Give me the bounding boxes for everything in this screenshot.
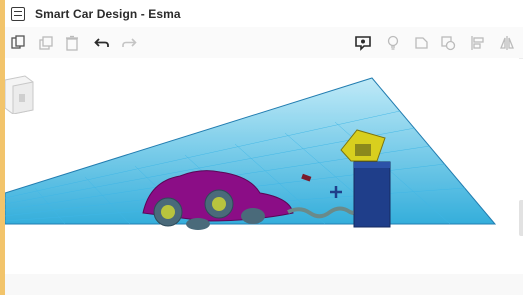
align-icon xyxy=(471,36,484,50)
duplicate-icon xyxy=(39,36,53,50)
light-button[interactable] xyxy=(383,33,403,53)
charging-tower[interactable] xyxy=(353,161,391,228)
duplicate-button[interactable] xyxy=(36,33,56,53)
tower-top-face xyxy=(354,162,390,168)
copy-button[interactable] xyxy=(8,33,28,53)
redo-icon xyxy=(122,38,137,47)
group-button[interactable] xyxy=(438,33,458,53)
toolbar xyxy=(5,27,523,59)
shape-button[interactable] xyxy=(411,33,431,53)
delete-button[interactable] xyxy=(62,33,82,53)
copy-icon xyxy=(11,35,25,49)
workplane-scene xyxy=(4,77,497,230)
group-icon xyxy=(441,36,456,51)
tower-head-window xyxy=(355,144,371,156)
3d-viewport[interactable] xyxy=(4,58,519,274)
notes-icon xyxy=(355,36,371,51)
car-wheel-front-right[interactable] xyxy=(241,208,265,224)
undo-button[interactable] xyxy=(92,33,112,53)
design-title[interactable]: Smart Car Design - Esma xyxy=(35,7,181,21)
right-panel-handle[interactable] xyxy=(519,200,523,236)
wheel-hub xyxy=(212,197,226,211)
align-button[interactable] xyxy=(468,33,488,53)
wheel-hub xyxy=(161,205,175,219)
light-icon xyxy=(387,35,399,50)
notes-button[interactable] xyxy=(353,33,373,53)
mirror-icon xyxy=(500,36,514,50)
view-cube[interactable] xyxy=(4,72,35,115)
title-bar: Smart Car Design - Esma xyxy=(5,0,523,27)
bottom-area xyxy=(5,274,523,295)
mirror-button[interactable] xyxy=(497,33,517,53)
shape-icon xyxy=(415,37,428,49)
delete-icon xyxy=(66,35,78,51)
redo-button[interactable] xyxy=(119,33,139,53)
car-wheel-rear-right[interactable] xyxy=(186,218,210,230)
design-list-icon[interactable] xyxy=(11,6,25,21)
undo-icon xyxy=(94,38,109,47)
